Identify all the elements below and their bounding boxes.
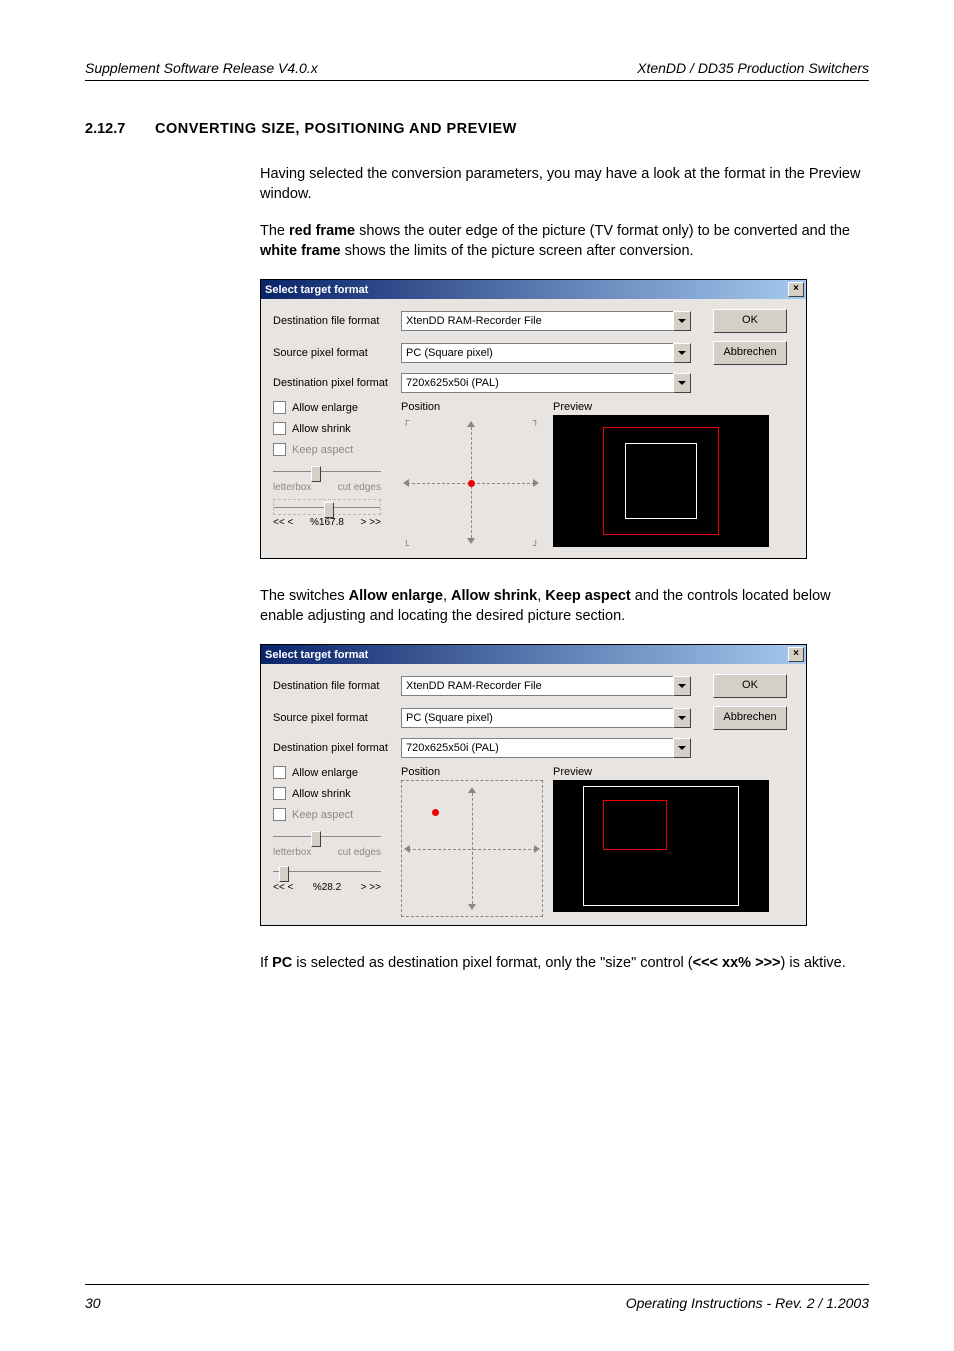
- checkbox-allow-enlarge[interactable]: Allow enlarge: [273, 401, 401, 414]
- screenshot-2: Select target format × Destination file …: [260, 644, 869, 926]
- slider-size[interactable]: [273, 864, 381, 880]
- combo-dest-pixel[interactable]: 720x625x50i (PAL): [401, 373, 691, 393]
- label-dest-file: Destination file format: [273, 680, 401, 692]
- combo-dest-file[interactable]: XtenDD RAM-Recorder File: [401, 676, 691, 696]
- page-footer: 30 Operating Instructions - Rev. 2 / 1.2…: [85, 1284, 869, 1311]
- combo-src-pixel[interactable]: PC (Square pixel): [401, 343, 691, 363]
- label-preview: Preview: [553, 766, 798, 778]
- dialog-titlebar: Select target format ×: [261, 645, 806, 664]
- header-left: Supplement Software Release V4.0.x: [85, 60, 318, 76]
- paragraph-3: The switches Allow enlarge, Allow shrink…: [260, 587, 869, 626]
- header-right: XtenDD / DD35 Production Switchers: [637, 60, 869, 76]
- close-icon[interactable]: ×: [788, 647, 804, 662]
- dialog-select-target-format: Select target format × Destination file …: [260, 279, 807, 559]
- label-src-pixel: Source pixel format: [273, 347, 401, 359]
- checkbox-keep-aspect: Keep aspect: [273, 808, 401, 821]
- chevron-down-icon[interactable]: [673, 311, 691, 331]
- preview-area: [553, 780, 769, 912]
- chevron-down-icon[interactable]: [673, 343, 691, 363]
- slider-aspect[interactable]: [273, 829, 381, 845]
- position-control[interactable]: [401, 780, 543, 917]
- paragraph-2: The red frame shows the outer edge of th…: [260, 222, 869, 261]
- slider-aspect-labels: letterbox cut edges: [273, 847, 381, 858]
- cancel-button[interactable]: Abbrechen: [713, 706, 787, 730]
- ok-button[interactable]: OK: [713, 674, 787, 698]
- label-preview: Preview: [553, 401, 798, 413]
- preview-area: [553, 415, 769, 547]
- dialog-title: Select target format: [265, 284, 368, 296]
- paragraph-1: Having selected the conversion parameter…: [260, 165, 869, 204]
- dialog-titlebar: Select target format ×: [261, 280, 806, 299]
- size-control[interactable]: << < %28.2 > >>: [273, 882, 381, 893]
- screenshot-1: Select target format × Destination file …: [260, 279, 869, 559]
- combo-src-pixel-value: PC (Square pixel): [401, 343, 673, 363]
- slider-aspect-labels: letterbox cut edges: [273, 482, 381, 493]
- dialog-select-target-format-2: Select target format × Destination file …: [260, 644, 807, 926]
- ok-button[interactable]: OK: [713, 309, 787, 333]
- position-dot-icon[interactable]: [468, 480, 475, 487]
- combo-src-pixel[interactable]: PC (Square pixel): [401, 708, 691, 728]
- combo-dest-pixel[interactable]: 720x625x50i (PAL): [401, 738, 691, 758]
- label-dest-file: Destination file format: [273, 315, 401, 327]
- section-number: 2.12.7: [85, 121, 155, 137]
- footer-right: Operating Instructions - Rev. 2 / 1.2003: [626, 1295, 869, 1311]
- section-heading: 2.12.7 CONVERTING SIZE, POSITIONING AND …: [85, 121, 869, 137]
- chevron-down-icon[interactable]: [673, 738, 691, 758]
- close-icon[interactable]: ×: [788, 282, 804, 297]
- label-dest-pixel: Destination pixel format: [273, 377, 401, 389]
- red-frame: [603, 800, 667, 850]
- size-control[interactable]: << < %167.8 > >>: [273, 517, 381, 528]
- page-number: 30: [85, 1295, 101, 1311]
- white-frame: [625, 443, 697, 519]
- cancel-button[interactable]: Abbrechen: [713, 341, 787, 365]
- page-header: Supplement Software Release V4.0.x XtenD…: [85, 60, 869, 81]
- label-dest-pixel: Destination pixel format: [273, 742, 401, 754]
- chevron-down-icon[interactable]: [673, 676, 691, 696]
- section-title: CONVERTING SIZE, POSITIONING AND PREVIEW: [155, 121, 517, 137]
- label-position: Position: [401, 401, 553, 413]
- dialog-title: Select target format: [265, 649, 368, 661]
- label-position: Position: [401, 766, 553, 778]
- slider-aspect[interactable]: [273, 464, 381, 480]
- slider-size[interactable]: [273, 499, 381, 515]
- paragraph-4: If PC is selected as destination pixel f…: [260, 954, 869, 974]
- chevron-down-icon[interactable]: [673, 708, 691, 728]
- position-control[interactable]: ┌ ┐ └ ┘: [401, 415, 541, 550]
- combo-dest-pixel-value: 720x625x50i (PAL): [401, 373, 673, 393]
- combo-dest-file[interactable]: XtenDD RAM-Recorder File: [401, 311, 691, 331]
- chevron-down-icon[interactable]: [673, 373, 691, 393]
- checkbox-allow-shrink[interactable]: Allow shrink: [273, 422, 401, 435]
- position-dot-icon[interactable]: [432, 809, 439, 816]
- checkbox-allow-shrink[interactable]: Allow shrink: [273, 787, 401, 800]
- checkbox-keep-aspect: Keep aspect: [273, 443, 401, 456]
- checkbox-allow-enlarge[interactable]: Allow enlarge: [273, 766, 401, 779]
- combo-dest-file-value: XtenDD RAM-Recorder File: [401, 311, 673, 331]
- label-src-pixel: Source pixel format: [273, 712, 401, 724]
